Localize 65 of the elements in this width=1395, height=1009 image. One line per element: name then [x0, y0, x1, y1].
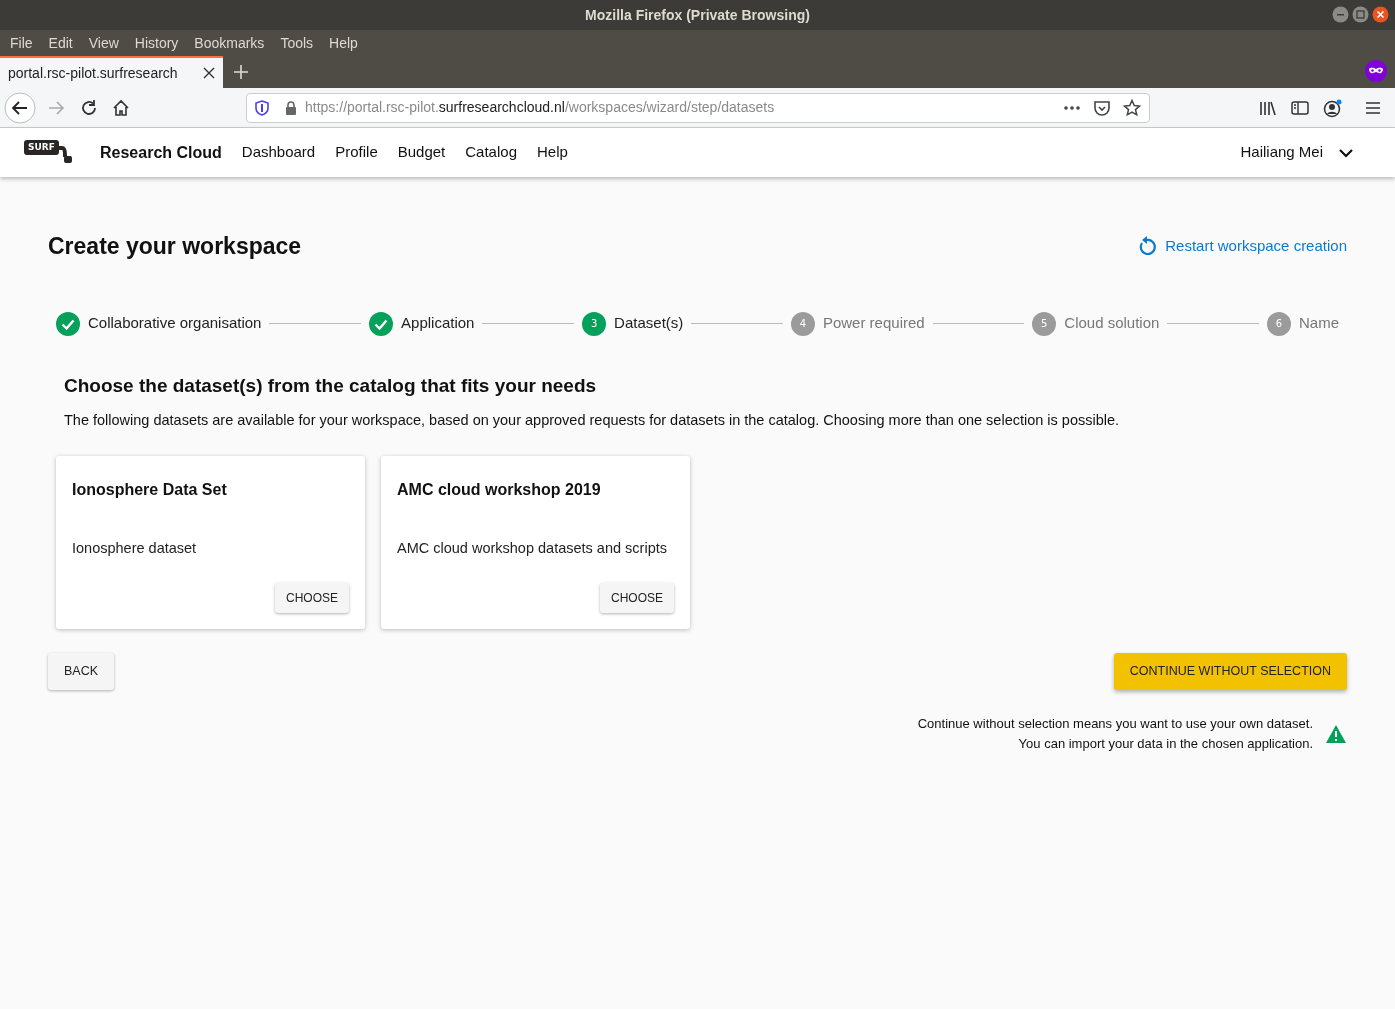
reload-icon[interactable] [80, 98, 98, 117]
step-number: 5 [1032, 311, 1057, 336]
step-label: Application [401, 313, 475, 334]
card-description: AMC cloud workshop datasets and scripts [397, 538, 668, 558]
nav-link[interactable]: Budget [397, 141, 446, 164]
surf-logo[interactable]: SURF [24, 139, 74, 166]
notice-text: You can import your data in the chosen application. [1017, 734, 1313, 753]
home-icon[interactable] [112, 98, 130, 117]
minimize-icon[interactable] [1332, 6, 1349, 23]
restart-link[interactable]: Restart workspace creation [1137, 235, 1347, 258]
sidebar-icon[interactable] [1291, 99, 1309, 116]
shield-icon[interactable] [255, 99, 269, 116]
step-label: Collaborative organisation [88, 313, 262, 334]
library-icon[interactable] [1259, 99, 1277, 116]
back-button[interactable]: BACK [48, 652, 115, 690]
close-icon[interactable] [1372, 6, 1389, 23]
step-label: Dataset(s) [614, 313, 684, 334]
restart-icon[interactable] [1137, 236, 1158, 257]
notice-text: Continue without selection means you want to use your own dataset. [917, 714, 1313, 733]
menu-item[interactable]: Tools [274, 32, 320, 54]
step-label: Cloud solution [1064, 313, 1160, 334]
user-menu[interactable]: Hailiang Mei [1240, 141, 1353, 164]
step-number: 4 [790, 311, 815, 336]
page-title: Create your workspace [48, 232, 302, 261]
close-icon[interactable] [203, 67, 215, 79]
url-text: https://portal.rsc-pilot.surfresearchcloud.nl/workspaces/wizard/step/datasets [305, 98, 776, 117]
star-icon[interactable] [1123, 98, 1141, 117]
pocket-icon[interactable] [1093, 99, 1111, 116]
warning-icon [1325, 723, 1347, 744]
menu-icon[interactable] [1365, 100, 1381, 115]
card-description: Ionosphere dataset [72, 538, 198, 558]
nav-link[interactable]: Profile [335, 141, 378, 164]
section-description: The following datasets are available for your workspace, based on your approved requests for datasets in the catalog. Choosing more than one selection is possible. [64, 411, 1121, 430]
address-bar[interactable]: https://portal.rsc-pilot.surfresearchcloud.nl/workspaces/wizard/step/datasets [246, 92, 1150, 123]
choose-button[interactable]: CHOOSE [600, 582, 674, 613]
menu-item[interactable]: View [82, 32, 125, 54]
chevron-down-icon[interactable] [1339, 147, 1353, 158]
nav-link[interactable]: Dashboard [241, 141, 316, 164]
card-title: Ionosphere Data Set [72, 479, 228, 500]
nav-link[interactable]: Help [537, 141, 568, 164]
section-heading: Choose the dataset(s) from the catalog that fits your needs [64, 373, 598, 398]
back-icon[interactable] [4, 91, 36, 124]
nav-link[interactable]: Catalog [465, 141, 517, 164]
lock-icon[interactable] [285, 100, 297, 115]
menu-item[interactable]: History [128, 32, 185, 54]
menu-item[interactable]: Bookmarks [188, 32, 271, 54]
continue-button[interactable]: CONTINUE WITHOUT SELECTION [1113, 652, 1347, 690]
step-label: Power required [822, 313, 925, 334]
choose-button[interactable]: CHOOSE [275, 582, 349, 613]
menu-item[interactable]: Help [323, 32, 364, 54]
check-circle-icon [56, 311, 80, 336]
card-title: AMC cloud workshop 2019 [397, 479, 602, 500]
menu-item[interactable]: File [4, 32, 39, 54]
new-tab-icon[interactable] [233, 64, 249, 80]
window-title: Mozilla Firefox (Private Browsing) [585, 5, 810, 25]
step-number: 3 [582, 311, 607, 336]
step-label: Name [1299, 313, 1339, 334]
check-circle-icon [369, 311, 394, 336]
brand-name[interactable]: Research Cloud [100, 140, 222, 165]
step-number: 6 [1267, 311, 1291, 336]
private-mask-icon[interactable] [1365, 60, 1387, 82]
more-icon[interactable] [1063, 104, 1081, 111]
account-icon[interactable] [1323, 97, 1343, 118]
browser-tab[interactable]: portal.rsc-pilot.surfresearch [0, 56, 223, 88]
menu-item[interactable]: Edit [42, 32, 79, 54]
